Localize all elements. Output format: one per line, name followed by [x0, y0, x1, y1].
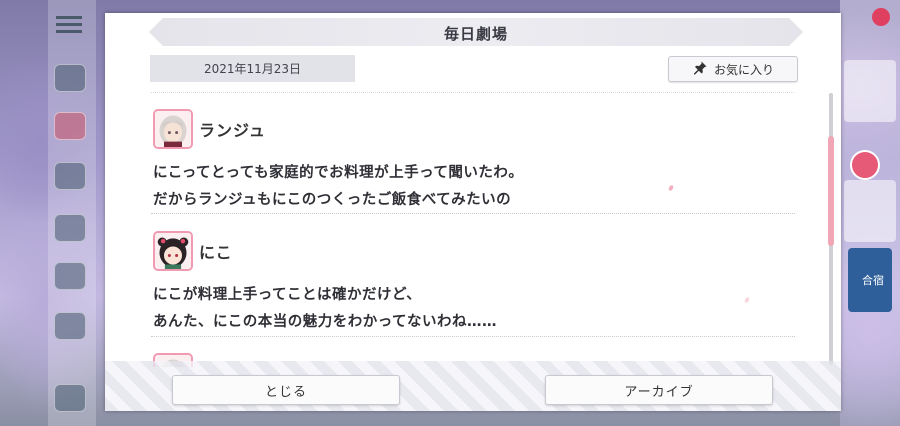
- dialogue-line: にこが料理上手ってことは確かだけど、: [153, 287, 422, 303]
- rail-event-icon[interactable]: [54, 112, 86, 140]
- rail-expand-icon[interactable]: [54, 312, 86, 340]
- entry-header: ランジュ: [153, 107, 266, 151]
- entry-header: にこ: [153, 229, 233, 273]
- archive-button[interactable]: アーカイブ: [545, 375, 773, 405]
- rail-screen-icon[interactable]: [54, 214, 86, 242]
- dialogue-list[interactable]: ランジュ にこってとっても家庭的でお料理が上手って聞いたわ。 だからランジュもに…: [151, 97, 801, 367]
- divider: [151, 92, 794, 93]
- pin-icon: [692, 60, 708, 79]
- divider: [151, 213, 795, 214]
- title-bar: 毎日劇場: [149, 18, 803, 46]
- rail-trophy-icon[interactable]: [54, 262, 86, 290]
- avatar-nico: [153, 231, 193, 271]
- camp-label: 合宿: [862, 274, 884, 287]
- close-button[interactable]: とじる: [172, 375, 400, 405]
- rail-gift-icon[interactable]: [54, 162, 86, 190]
- notification-plus-icon[interactable]: [872, 8, 890, 26]
- divider: [151, 336, 795, 337]
- menu-icon[interactable]: [56, 14, 82, 36]
- dialog-title: 毎日劇場: [443, 25, 508, 43]
- rail-profile-icon[interactable]: [54, 384, 86, 412]
- right-tile: [844, 180, 896, 242]
- right-tile: [844, 60, 896, 122]
- speaker-name: ランジュ: [199, 121, 266, 140]
- rail-chat-icon[interactable]: [54, 64, 86, 92]
- right-pink-icon[interactable]: [850, 150, 880, 180]
- daily-theater-dialog: 毎日劇場 2021年11月23日 お気に入り ランジュ にこってとっても家庭的で…: [105, 13, 841, 411]
- dialogue-line: にこってとっても家庭的でお料理が上手って聞いたわ。: [153, 165, 524, 181]
- dialogue-line: あんた、にこの本当の魅力をわかってないわね……: [153, 314, 497, 330]
- date-label: 2021年11月23日: [150, 55, 355, 82]
- scrollbar-thumb[interactable]: [828, 136, 834, 246]
- avatar-lanzhu: [153, 109, 193, 149]
- favorite-label: お気に入り: [713, 62, 774, 77]
- favorite-button[interactable]: お気に入り: [668, 56, 798, 82]
- dialogue-line: だからランジュもにこのつくったご飯食べてみたいの: [153, 192, 512, 208]
- speaker-name: にこ: [199, 243, 233, 262]
